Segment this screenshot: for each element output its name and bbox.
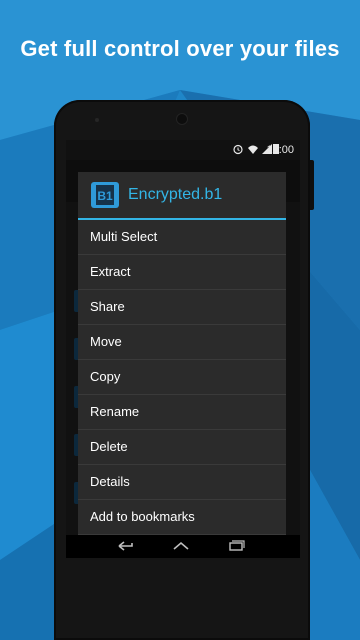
menu-item-move[interactable]: Move <box>78 325 286 360</box>
b1-archive-icon: B1 <box>91 182 119 208</box>
dialog-title: Encrypted.b1 <box>128 186 223 203</box>
status-bar: 10:00 <box>66 140 300 160</box>
headline: Get full control over your files <box>20 36 340 61</box>
phone-screen: 10:00 B1 Encrypted.b1 Multi Select Extra… <box>66 140 300 558</box>
context-menu: Multi Select Extract Share Move Copy Ren… <box>78 220 286 535</box>
dialog-header: B1 Encrypted.b1 <box>78 172 286 220</box>
menu-item-details[interactable]: Details <box>78 465 286 500</box>
back-icon[interactable] <box>116 539 136 553</box>
context-menu-dialog: B1 Encrypted.b1 Multi Select Extract Sha… <box>78 172 286 558</box>
menu-item-share[interactable]: Share <box>78 290 286 325</box>
phone-sensor <box>95 118 99 122</box>
menu-item-rename[interactable]: Rename <box>78 395 286 430</box>
home-icon[interactable] <box>171 539 191 553</box>
navigation-bar <box>66 535 300 558</box>
status-time: 10:00 <box>266 144 294 156</box>
menu-item-delete[interactable]: Delete <box>78 430 286 465</box>
file-icon-label: B1 <box>97 189 113 203</box>
menu-item-extract[interactable]: Extract <box>78 255 286 290</box>
phone-camera <box>177 114 187 124</box>
menu-item-add-to-bookmarks[interactable]: Add to bookmarks <box>78 500 286 535</box>
wifi-icon <box>248 145 258 154</box>
alarm-icon <box>233 144 243 155</box>
menu-item-multi-select[interactable]: Multi Select <box>78 220 286 255</box>
phone-side-button <box>310 160 314 210</box>
menu-item-copy[interactable]: Copy <box>78 360 286 395</box>
recents-icon[interactable] <box>226 539 246 553</box>
